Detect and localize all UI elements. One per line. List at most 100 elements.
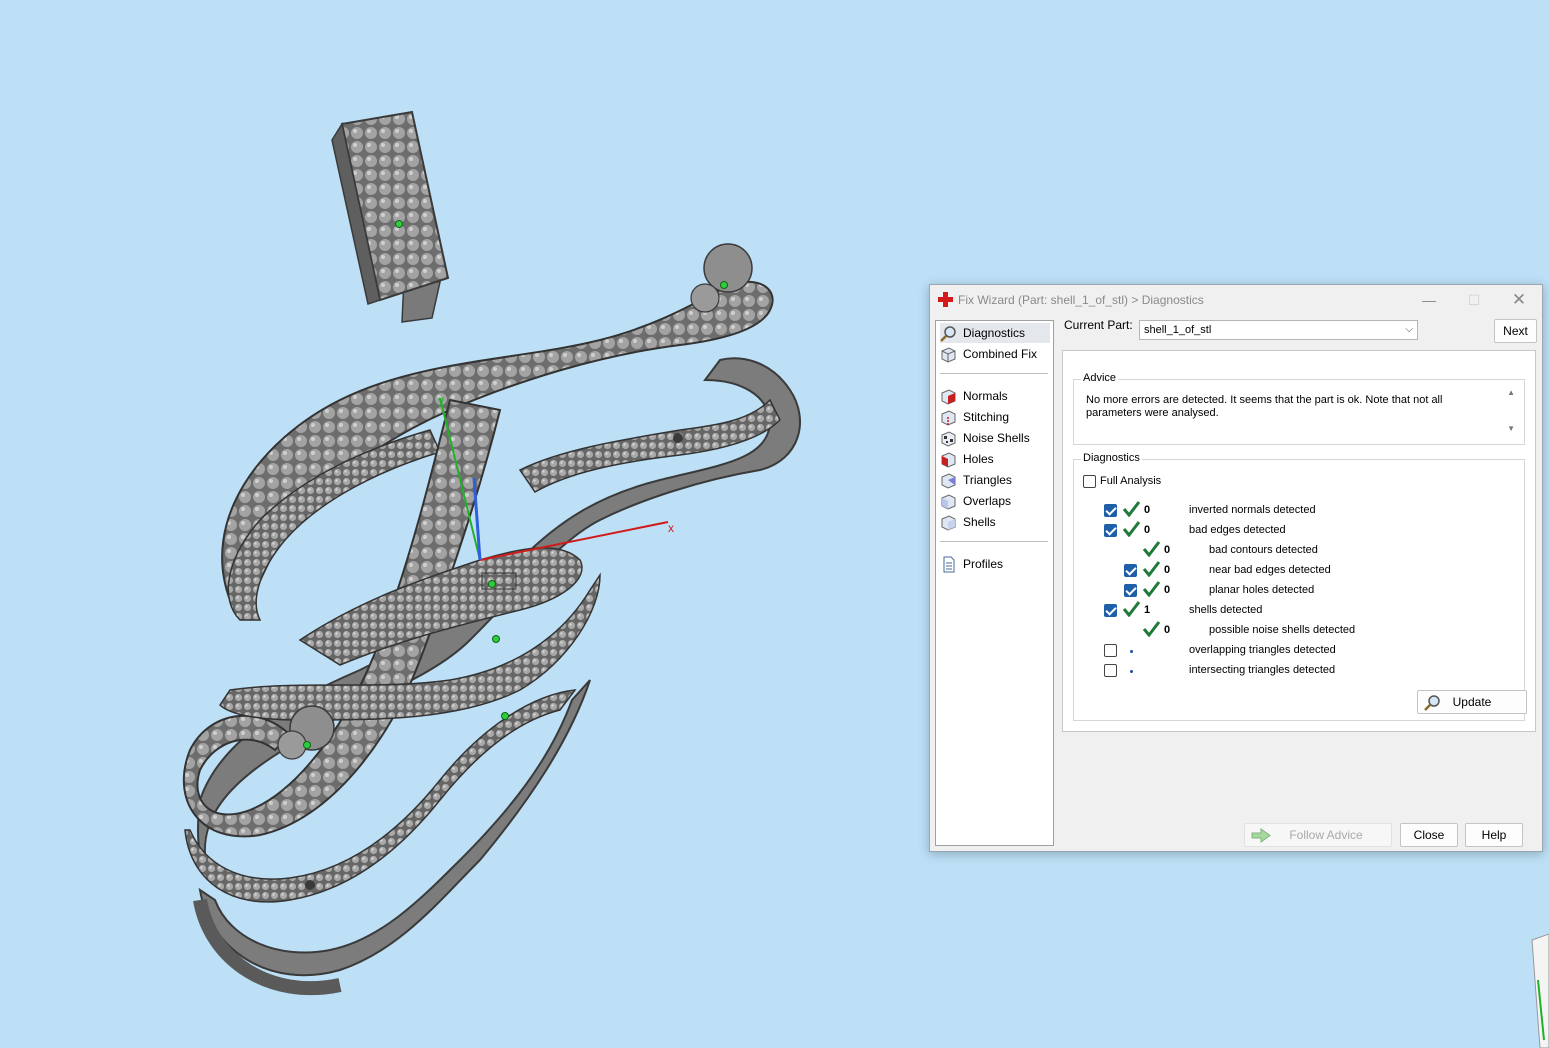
update-label: Update <box>1452 695 1492 709</box>
nav-item-label: Holes <box>963 452 994 466</box>
letter-f-model <box>182 243 801 996</box>
nav-item-label: Shells <box>963 515 996 529</box>
check-icon <box>1142 581 1160 597</box>
nav-item-noise-shells[interactable]: Noise Shells <box>940 428 1050 448</box>
nav-item-triangles[interactable]: Triangles <box>940 470 1050 490</box>
nav-item-label: Normals <box>963 389 1008 403</box>
overlapping-triangles-label: overlapping triangles detected <box>1189 644 1336 656</box>
advice-text: No more errors are detected. It seems th… <box>1086 394 1443 419</box>
near-bad-edges-label: near bad edges detected <box>1209 564 1331 576</box>
shells-label: shells detected <box>1189 604 1263 616</box>
arrow-right-icon <box>1251 828 1271 843</box>
noise-shells-count: 0 <box>1164 624 1171 636</box>
follow-advice-button[interactable]: Follow Advice <box>1244 823 1392 847</box>
check-icon <box>1142 561 1160 577</box>
magnifier-icon <box>1424 695 1440 711</box>
near-bad-edges-checkbox[interactable] <box>1124 564 1137 577</box>
nav-item-shells[interactable]: Shells <box>940 512 1050 532</box>
title-bar[interactable]: Fix Wizard (Part: shell_1_of_stl) > Diag… <box>930 285 1542 315</box>
bad-contours-label: bad contours detected <box>1209 544 1318 556</box>
nav-item-label: Profiles <box>963 557 1004 571</box>
stitching-cube-icon <box>941 409 956 426</box>
inverted-normals-count: 0 <box>1144 504 1151 516</box>
planar-holes-checkbox[interactable] <box>1124 584 1137 597</box>
current-part-select[interactable]: shell_1_of_stl ⌵ <box>1139 320 1418 340</box>
shells-checkbox[interactable] <box>1104 604 1117 617</box>
full-analysis-label: Full Analysis <box>1100 475 1162 487</box>
inverted-normals-checkbox[interactable] <box>1104 504 1117 517</box>
nav-item-label: Noise Shells <box>963 431 1030 445</box>
current-part-value: shell_1_of_stl <box>1144 324 1212 336</box>
triangles-cube-icon <box>941 472 956 489</box>
overlapping-triangles-checkbox[interactable] <box>1104 644 1117 657</box>
check-icon <box>1142 621 1160 637</box>
bad-contours-count: 0 <box>1164 544 1171 556</box>
full-analysis-checkbox[interactable] <box>1083 475 1096 488</box>
nav-divider <box>940 541 1048 542</box>
nav-item-combined-fix[interactable]: Combined Fix <box>940 344 1050 364</box>
axis-x-label: x <box>668 521 674 535</box>
intersecting-triangles-checkbox[interactable] <box>1104 664 1117 677</box>
bad-edges-count: 0 <box>1144 524 1151 536</box>
scroll-up-icon[interactable]: ▲ <box>1507 388 1515 397</box>
bad-edges-checkbox[interactable] <box>1104 524 1117 537</box>
nav-divider <box>940 373 1048 374</box>
close-window-button[interactable]: ✕ <box>1504 289 1534 311</box>
intersecting-triangles-label: intersecting triangles detected <box>1189 664 1336 676</box>
axis-y-label: y <box>438 393 444 407</box>
nav-item-label: Diagnostics <box>963 326 1026 340</box>
scroll-down-icon[interactable]: ▼ <box>1507 424 1515 433</box>
update-button[interactable]: Update <box>1417 690 1527 714</box>
maximize-button[interactable]: ☐ <box>1459 289 1489 311</box>
noise-shells-label: possible noise shells detected <box>1209 624 1356 636</box>
overlaps-cube-icon <box>941 493 956 510</box>
advice-group: Advice No more errors are detected. It s… <box>1073 372 1525 445</box>
check-icon <box>1122 501 1140 517</box>
follow-advice-label: Follow Advice <box>1289 828 1363 842</box>
bad-edges-label: bad edges detected <box>1189 524 1286 536</box>
next-button[interactable]: Next <box>1494 319 1537 343</box>
cube-icon <box>941 346 956 363</box>
advice-title: Advice <box>1081 372 1119 384</box>
nav-item-stitching[interactable]: Stitching <box>940 407 1050 427</box>
inverted-normals-label: inverted normals detected <box>1189 504 1316 516</box>
nav-item-profiles[interactable]: Profiles <box>940 554 1050 574</box>
red-cross-icon <box>938 292 953 307</box>
near-bad-edges-count: 0 <box>1164 564 1171 576</box>
nav-item-overlaps[interactable]: Overlaps <box>940 491 1050 511</box>
status-dot-icon <box>1130 670 1133 673</box>
check-icon <box>1122 521 1140 537</box>
nav-item-diagnostics[interactable]: Diagnostics <box>940 323 1050 343</box>
check-icon <box>1142 541 1160 557</box>
fix-wizard-dialog: Fix Wizard (Part: shell_1_of_stl) > Diag… <box>929 284 1543 852</box>
window-title: Fix Wizard (Part: shell_1_of_stl) > Diag… <box>958 293 1204 307</box>
minimize-button[interactable]: — <box>1414 289 1444 311</box>
pendant-bail <box>331 110 450 323</box>
wizard-nav: Diagnostics Combined Fix Normals Stitchi… <box>935 320 1054 846</box>
close-button[interactable]: Close <box>1400 823 1458 847</box>
check-icon <box>1122 601 1140 617</box>
help-button[interactable]: Help <box>1465 823 1523 847</box>
current-part-label: Current Part: <box>1064 318 1133 332</box>
status-dot-icon <box>1130 650 1133 653</box>
nav-item-label: Overlaps <box>963 494 1012 508</box>
holes-cube-icon <box>941 451 956 468</box>
shells-cube-icon <box>941 514 956 531</box>
document-icon <box>943 556 955 572</box>
diagnostics-panel: Advice No more errors are detected. It s… <box>1062 350 1536 732</box>
diagnostics-title: Diagnostics <box>1081 452 1142 464</box>
diagnostics-group: Diagnostics Full Analysis 0 inverted nor… <box>1073 452 1527 721</box>
nav-item-holes[interactable]: Holes <box>940 449 1050 469</box>
view-cube-corner[interactable] <box>1531 933 1549 1048</box>
nav-item-label: Stitching <box>963 410 1010 424</box>
planar-holes-count: 0 <box>1164 584 1171 596</box>
nav-item-normals[interactable]: Normals <box>940 386 1050 406</box>
planar-holes-label: planar holes detected <box>1209 584 1315 596</box>
magnifier-icon <box>940 325 956 342</box>
chevron-down-icon: ⌵ <box>1405 324 1413 335</box>
noise-shells-icon <box>941 430 956 447</box>
shells-count: 1 <box>1144 604 1151 616</box>
nav-item-label: Combined Fix <box>963 347 1038 361</box>
normals-cube-icon <box>941 388 956 405</box>
nav-item-label: Triangles <box>963 473 1012 487</box>
